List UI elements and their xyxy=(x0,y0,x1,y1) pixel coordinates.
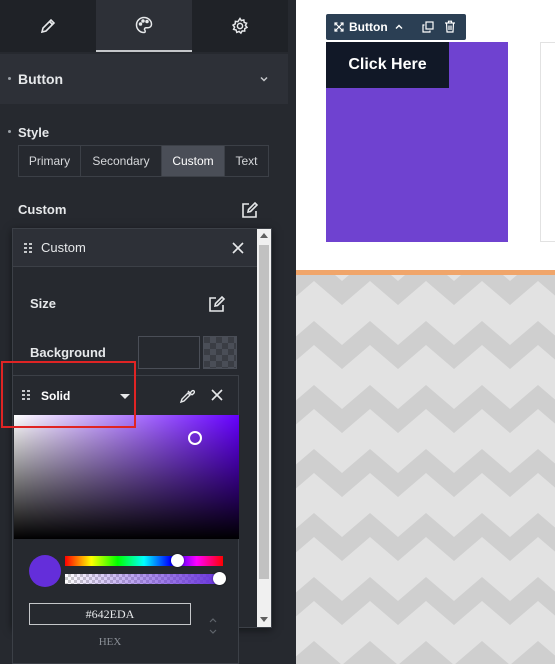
saturation-handle[interactable] xyxy=(188,431,202,445)
color-preview xyxy=(29,555,61,587)
style-option-secondary[interactable]: Secondary xyxy=(81,146,162,176)
edit-icon[interactable] xyxy=(240,200,260,220)
custom-popover-header[interactable]: Custom xyxy=(13,229,257,267)
pencil-icon xyxy=(40,18,56,34)
drag-handle-icon[interactable] xyxy=(24,243,32,253)
scroll-up-arrow-icon[interactable] xyxy=(260,233,268,238)
element-label[interactable]: Button xyxy=(349,20,388,34)
popover-scrollbar[interactable] xyxy=(257,229,271,627)
style-option-primary[interactable]: Primary xyxy=(19,146,81,176)
tab-style[interactable] xyxy=(96,0,192,52)
size-label: Size xyxy=(30,296,57,311)
background-transparent-swatch[interactable] xyxy=(203,336,237,369)
alpha-slider[interactable] xyxy=(65,574,223,584)
custom-popover-title: Custom xyxy=(41,240,86,255)
chevron-up-icon[interactable] xyxy=(394,22,404,32)
click-here-button[interactable]: Click Here xyxy=(326,42,449,88)
style-option-custom[interactable]: Custom xyxy=(162,146,225,176)
background-label: Background xyxy=(30,345,106,360)
section-header-button[interactable]: Button xyxy=(0,54,288,104)
highlight-box xyxy=(1,361,136,428)
custom-label: Custom xyxy=(18,202,67,217)
palette-icon xyxy=(135,16,153,34)
hue-slider-handle[interactable] xyxy=(171,554,184,567)
duplicate-icon[interactable] xyxy=(422,21,434,33)
background-color-swatch[interactable] xyxy=(138,336,200,369)
format-toggle-icon[interactable] xyxy=(209,616,217,636)
panel-tabs xyxy=(0,0,288,52)
style-label: Style xyxy=(18,125,50,140)
section-dot xyxy=(8,77,11,80)
hex-label: HEX xyxy=(98,636,122,648)
hue-slider[interactable] xyxy=(65,556,223,566)
section-title: Button xyxy=(18,71,64,87)
element-toolbar: Button xyxy=(326,14,466,40)
move-icon[interactable] xyxy=(334,22,344,32)
tab-content[interactable] xyxy=(0,0,96,52)
tab-advanced[interactable] xyxy=(192,0,288,52)
style-dot xyxy=(8,130,11,133)
close-icon[interactable] xyxy=(211,389,223,401)
hex-input[interactable] xyxy=(29,603,191,625)
scroll-thumb[interactable] xyxy=(259,245,269,579)
gear-icon xyxy=(231,17,249,35)
alpha-slider-handle[interactable] xyxy=(213,572,226,585)
adjacent-container[interactable] xyxy=(540,42,555,242)
edit-icon[interactable] xyxy=(207,294,227,314)
editor-panel: Button Style Primary Secondary Custom Te… xyxy=(0,0,288,664)
trash-icon[interactable] xyxy=(444,20,456,33)
zigzag-background xyxy=(296,275,555,664)
eyedropper-icon[interactable] xyxy=(179,388,195,404)
style-option-text[interactable]: Text xyxy=(225,146,268,176)
scroll-down-arrow-icon[interactable] xyxy=(260,617,268,622)
page-canvas: Click Here Button xyxy=(296,0,555,664)
chevron-down-icon xyxy=(260,76,268,82)
close-icon[interactable] xyxy=(231,241,245,255)
saturation-value-area[interactable] xyxy=(14,415,239,539)
style-selector: Primary Secondary Custom Text xyxy=(18,145,269,177)
